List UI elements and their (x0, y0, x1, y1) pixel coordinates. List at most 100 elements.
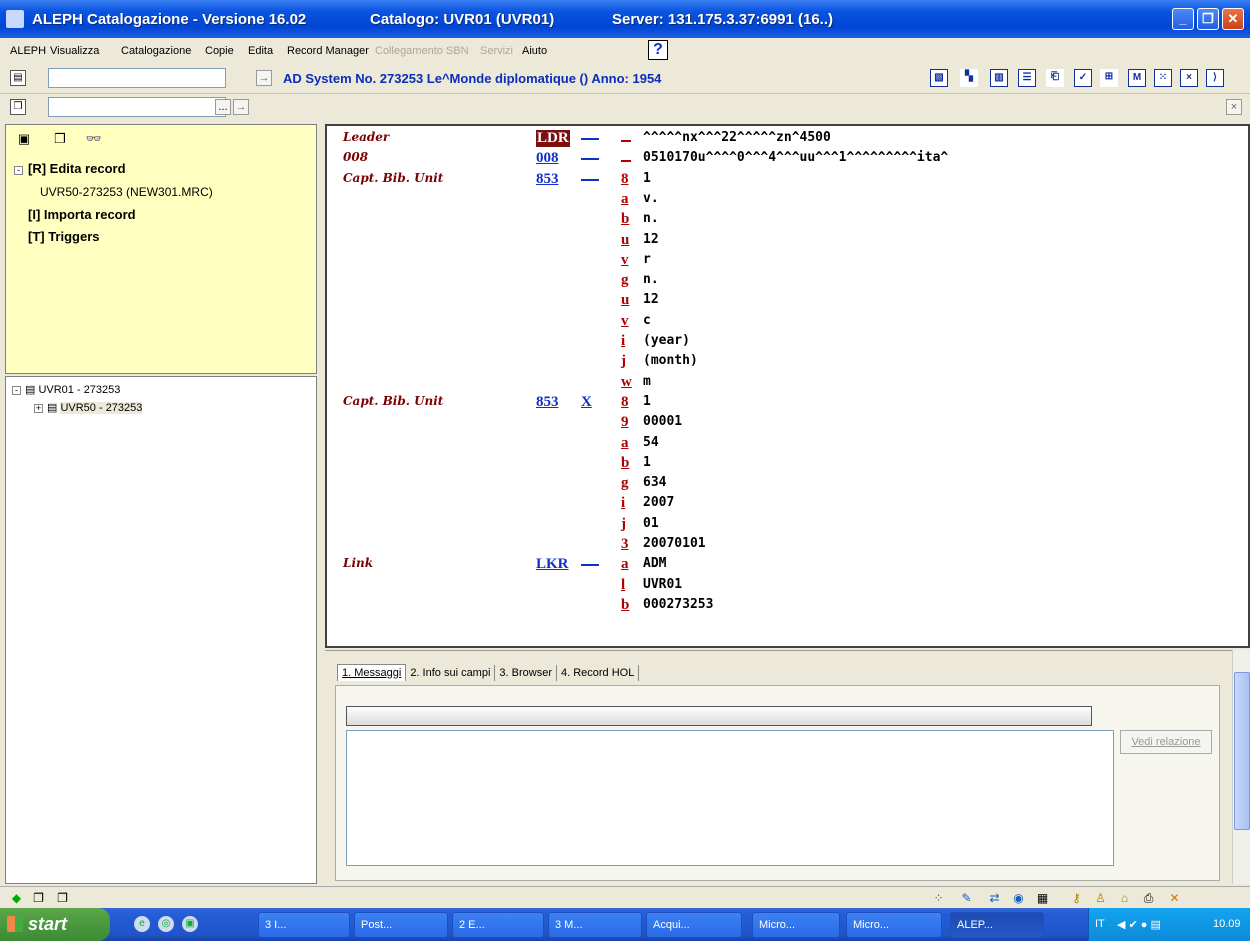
field-value[interactable]: 54 (643, 435, 659, 450)
indicator-blank[interactable] (581, 171, 599, 181)
field-tag[interactable]: LKR (536, 556, 569, 573)
menu-visualizza[interactable]: Visualizza (50, 45, 99, 57)
list-icon[interactable]: ☰ (1018, 69, 1036, 87)
vertical-scrollbar[interactable] (1232, 650, 1250, 884)
subfield-code[interactable]: i (621, 333, 625, 350)
menu-copie[interactable]: Copie (205, 45, 234, 57)
check-icon[interactable]: ✓ (1074, 69, 1092, 87)
browser-icon[interactable]: ◎ (158, 916, 174, 932)
tree-importa-record[interactable]: [I] Importa record (28, 207, 136, 222)
tab-info-campi[interactable]: 2. Info sui campi (406, 665, 496, 681)
split-icon[interactable]: ▚ (960, 69, 978, 87)
record-field-row[interactable]: Capt. Bib. Unit 853 8 1 (327, 171, 1227, 191)
task-acqui[interactable]: Acqui... (646, 912, 742, 938)
record-field-row[interactable]: Leader LDR ^^^^^nx^^^22^^^^^zn^4500 (327, 130, 1227, 150)
task-2-explorer[interactable]: 2 E... (452, 912, 544, 938)
field-value[interactable]: m (643, 374, 651, 389)
record-field-row[interactable]: b 000273253 (327, 597, 1227, 617)
task-aleph[interactable]: ALEP... (950, 912, 1044, 938)
scroll-thumb[interactable] (1234, 672, 1250, 830)
field-value[interactable]: 2007 (643, 495, 674, 510)
menu-aleph[interactable]: ALEPH (10, 45, 46, 57)
record-field-row[interactable]: 3 20070101 (327, 536, 1227, 556)
menu-edita[interactable]: Edita (248, 45, 273, 57)
field-value[interactable]: 1 (643, 394, 651, 409)
field-value[interactable]: ADM (643, 556, 666, 571)
field-value[interactable]: 1 (643, 171, 651, 186)
indicator-blank[interactable] (581, 556, 599, 567)
person-icon[interactable]: ♙ (1092, 890, 1109, 906)
task-3-ie[interactable]: 3 I... (258, 912, 350, 938)
tray-icons[interactable]: ◀ ✔ ● ▤ (1117, 918, 1161, 931)
record-field-row[interactable]: g 634 (327, 475, 1227, 495)
record-doc-icon[interactable]: ▤ (10, 70, 26, 86)
printer-icon[interactable]: ⎙ (1140, 890, 1157, 906)
tree-triggers[interactable]: [T] Triggers (28, 229, 100, 244)
subfield-code[interactable]: i (621, 495, 625, 512)
subfield-code[interactable]: a (621, 435, 629, 452)
messages-textarea[interactable] (346, 730, 1114, 866)
record-field-row[interactable]: Link LKR a ADM (327, 556, 1227, 576)
field-value[interactable]: ^^^^^nx^^^22^^^^^zn^4500 (643, 130, 831, 145)
record-field-row[interactable]: g n. (327, 272, 1227, 292)
field-value[interactable]: 12 (643, 232, 659, 247)
record-search-input[interactable] (48, 68, 226, 88)
record-field-row[interactable]: vr (327, 252, 1227, 272)
subfield-code[interactable]: b (621, 597, 629, 614)
subfield-code[interactable]: a (621, 191, 629, 208)
start-button[interactable]: start (0, 908, 110, 941)
indicator-blank[interactable] (581, 150, 599, 161)
maximize-button[interactable]: ❐ (1197, 8, 1219, 30)
marc-icon[interactable]: M (1128, 69, 1146, 87)
record-editor[interactable]: Leader LDR ^^^^^nx^^^22^^^^^zn^4500 008 008 0… (325, 124, 1250, 648)
subfield-code[interactable]: l (621, 577, 625, 594)
field-value[interactable]: 00001 (643, 414, 682, 429)
subfield-code[interactable]: w (621, 374, 632, 391)
library-icon[interactable]: ⌂ (1116, 890, 1133, 906)
task-3-word[interactable]: 3 M... (548, 912, 642, 938)
tab-messaggi[interactable]: 1. Messaggi (337, 664, 407, 681)
field-tag[interactable]: 853 (536, 171, 559, 188)
field-value[interactable]: r (643, 252, 651, 267)
subfield-code[interactable]: j (621, 516, 626, 533)
desktop-icon[interactable]: ▣ (182, 916, 198, 932)
marc-status-icon[interactable]: ✎ (958, 890, 975, 906)
go-arrow-icon-2[interactable]: → (233, 99, 249, 115)
field-value[interactable]: 12 (643, 292, 659, 307)
menu-record-manager[interactable]: Record Manager (287, 45, 369, 57)
help-icon[interactable]: ? (648, 40, 668, 60)
nav-icon[interactable]: ⁘ (930, 890, 947, 906)
subfield-code[interactable]: b (621, 211, 629, 228)
export-icon[interactable]: ⎗ (1046, 69, 1064, 87)
field-indicator[interactable]: X (581, 394, 592, 411)
record-field-row[interactable]: b1 (327, 455, 1227, 475)
subfield-blank[interactable] (621, 150, 631, 163)
task-micro-1[interactable]: Micro... (752, 912, 840, 938)
record-field-row[interactable]: l UVR01 (327, 577, 1227, 597)
subfield-code[interactable]: 8 (621, 394, 629, 411)
tab-browser[interactable]: 3. Browser (495, 665, 557, 681)
go-arrow-icon[interactable]: → (256, 70, 272, 86)
close-button[interactable]: ✕ (1222, 8, 1244, 30)
field-value[interactable]: UVR01 (643, 577, 682, 592)
menu-aiuto[interactable]: Aiuto (522, 45, 547, 57)
record-field-row[interactable]: j 01 (327, 516, 1227, 536)
subfield-code[interactable]: b (621, 455, 629, 472)
item-search-input[interactable] (48, 97, 226, 117)
ie-icon[interactable]: e (134, 916, 150, 932)
field-value[interactable]: 20070101 (643, 536, 706, 551)
record-field-row[interactable]: a v. (327, 191, 1227, 211)
record-field-row[interactable]: 008 008 0510170u^^^^0^^^4^^^uu^^^1^^^^^^^^… (327, 150, 1227, 170)
green-diamond-icon[interactable]: ◆ (8, 890, 25, 906)
copy-tab-icon[interactable]: ❒ (48, 128, 72, 150)
arrows-icon[interactable]: ⇄ (986, 890, 1003, 906)
subfield-code[interactable]: 3 (621, 536, 629, 553)
table-icon[interactable]: ⊞ (1100, 69, 1118, 87)
minimize-button[interactable]: _ (1172, 8, 1194, 30)
copy-status-icon-2[interactable]: ❐ (54, 890, 71, 906)
record-field-row[interactable]: u 12 (327, 292, 1227, 312)
tree-record-file[interactable]: UVR50-273253 (NEW301.MRC) (40, 185, 213, 199)
record-field-row[interactable]: 9 00001 (327, 414, 1227, 434)
field-value[interactable]: 000273253 (643, 597, 713, 612)
menu-catalogazione[interactable]: Catalogazione (121, 45, 191, 57)
